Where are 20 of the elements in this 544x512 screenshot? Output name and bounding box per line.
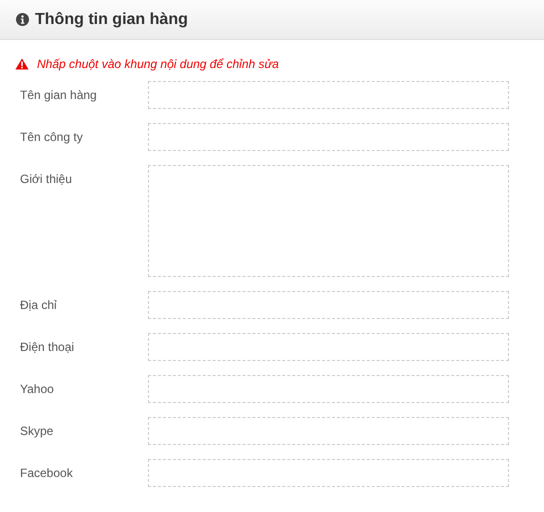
field-label: Facebook	[20, 465, 74, 480]
info-icon	[16, 13, 29, 26]
field-label: Tên công ty	[20, 129, 84, 144]
input-field[interactable]	[148, 375, 509, 403]
text-area[interactable]	[148, 165, 509, 277]
field-label: Điện thoại	[20, 339, 76, 354]
field-label: Tên gian hàng	[20, 87, 98, 102]
input-field[interactable]	[148, 459, 509, 487]
input-field[interactable]	[148, 123, 509, 151]
edit-hint: Nhấp chuột vào khung nội dung để chỉnh sửa	[37, 56, 279, 70]
input-field[interactable]	[148, 291, 509, 319]
field-label: Yahoo	[20, 381, 55, 396]
field-label: Skype	[20, 423, 54, 438]
warning-icon	[15, 58, 29, 70]
field-label: Giới thiệu	[20, 171, 73, 186]
input-field[interactable]	[148, 81, 509, 109]
input-field[interactable]	[148, 417, 509, 445]
panel-title: Thông tin gian hàng	[35, 10, 188, 28]
input-field[interactable]	[148, 333, 509, 361]
field-label: Địa chỉ	[20, 297, 58, 312]
